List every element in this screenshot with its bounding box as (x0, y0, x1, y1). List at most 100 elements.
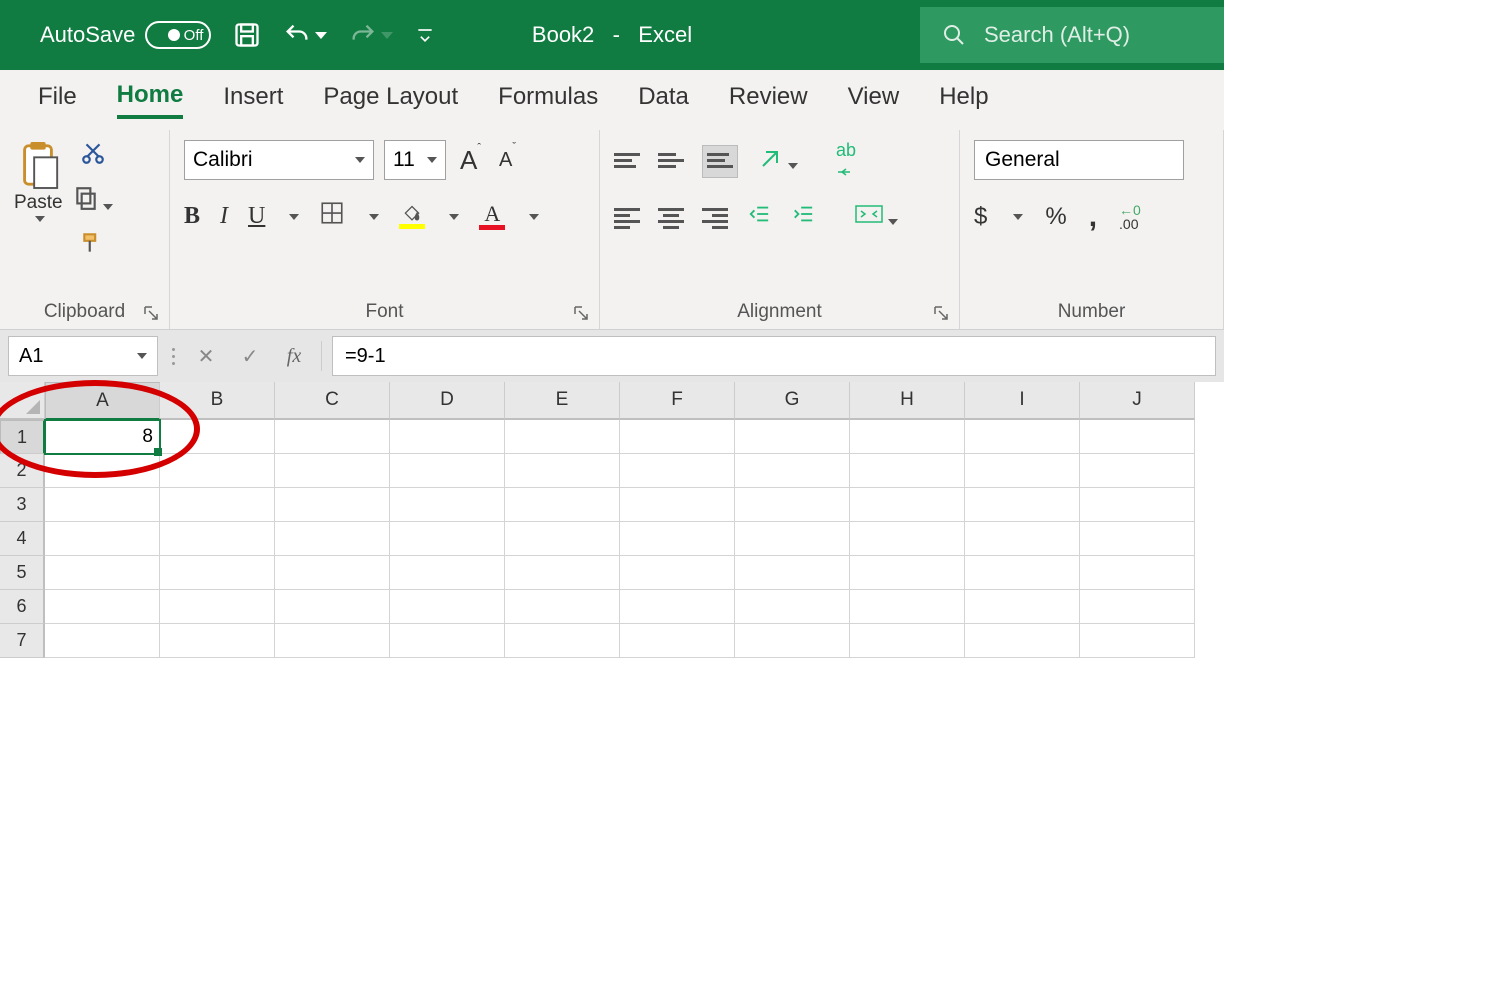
qat-customize[interactable] (415, 25, 435, 45)
cell-J5[interactable] (1080, 556, 1195, 590)
select-all-corner[interactable] (0, 382, 45, 420)
number-format-combo[interactable]: General (974, 140, 1184, 180)
col-header-E[interactable]: E (505, 382, 620, 420)
undo-button[interactable] (283, 21, 327, 49)
cell-H4[interactable] (850, 522, 965, 556)
col-header-F[interactable]: F (620, 382, 735, 420)
cell-I5[interactable] (965, 556, 1080, 590)
cell-D1[interactable] (390, 420, 505, 454)
percent-format-button[interactable]: % (1045, 203, 1066, 231)
cell-G2[interactable] (735, 454, 850, 488)
cell-I7[interactable] (965, 624, 1080, 658)
cell-B5[interactable] (160, 556, 275, 590)
cell-J7[interactable] (1080, 624, 1195, 658)
row-header-5[interactable]: 5 (0, 556, 45, 590)
cell-G5[interactable] (735, 556, 850, 590)
cell-B6[interactable] (160, 590, 275, 624)
cell-D7[interactable] (390, 624, 505, 658)
col-header-H[interactable]: H (850, 382, 965, 420)
chevron-down-icon[interactable] (427, 157, 437, 163)
cell-B3[interactable] (160, 488, 275, 522)
cell-C1[interactable] (275, 420, 390, 454)
cell-C6[interactable] (275, 590, 390, 624)
save-icon[interactable] (233, 21, 261, 49)
dialog-launcher-icon[interactable] (143, 305, 161, 323)
search-box[interactable]: Search (Alt+Q) (920, 7, 1224, 63)
cell-H3[interactable] (850, 488, 965, 522)
underline-button[interactable]: U (248, 203, 265, 230)
chevron-down-icon[interactable] (35, 216, 45, 222)
cell-F2[interactable] (620, 454, 735, 488)
bold-button[interactable]: B (184, 203, 200, 230)
cancel-formula-button[interactable]: ✕ (189, 344, 223, 369)
accounting-format-button[interactable]: $ (974, 203, 987, 231)
tab-page-layout[interactable]: Page Layout (323, 83, 458, 117)
chevron-down-icon[interactable] (355, 157, 365, 163)
align-center-button[interactable] (658, 205, 684, 228)
chevron-down-icon[interactable] (1013, 214, 1023, 220)
tab-data[interactable]: Data (638, 83, 689, 117)
cell-B2[interactable] (160, 454, 275, 488)
cell-C3[interactable] (275, 488, 390, 522)
cell-H5[interactable] (850, 556, 965, 590)
grow-font-button[interactable]: Aˆ (456, 145, 485, 176)
row-header-6[interactable]: 6 (0, 590, 45, 624)
cell-I1[interactable] (965, 420, 1080, 454)
col-header-J[interactable]: J (1080, 382, 1195, 420)
col-header-D[interactable]: D (390, 382, 505, 420)
cell-C4[interactable] (275, 522, 390, 556)
cell-E2[interactable] (505, 454, 620, 488)
align-top-button[interactable] (614, 150, 640, 173)
cell-E3[interactable] (505, 488, 620, 522)
fill-color-button[interactable] (399, 204, 425, 229)
tab-file[interactable]: File (38, 83, 77, 117)
cell-A1[interactable]: 8 (45, 420, 160, 454)
tab-insert[interactable]: Insert (223, 83, 283, 117)
tab-formulas[interactable]: Formulas (498, 83, 598, 117)
autosave-switch[interactable]: Off (145, 21, 211, 49)
dialog-launcher-icon[interactable] (933, 305, 951, 323)
cell-C2[interactable] (275, 454, 390, 488)
cell-A6[interactable] (45, 590, 160, 624)
cell-E1[interactable] (505, 420, 620, 454)
cell-A4[interactable] (45, 522, 160, 556)
cell-C5[interactable] (275, 556, 390, 590)
row-header-4[interactable]: 4 (0, 522, 45, 556)
row-header-2[interactable]: 2 (0, 454, 45, 488)
font-name-combo[interactable]: Calibri (184, 140, 374, 180)
chevron-down-icon[interactable] (289, 214, 299, 220)
cell-E5[interactable] (505, 556, 620, 590)
cell-H1[interactable] (850, 420, 965, 454)
cell-C7[interactable] (275, 624, 390, 658)
row-header-7[interactable]: 7 (0, 624, 45, 658)
cut-icon[interactable] (80, 140, 106, 171)
cell-A3[interactable] (45, 488, 160, 522)
cell-I6[interactable] (965, 590, 1080, 624)
cell-F1[interactable] (620, 420, 735, 454)
cell-J1[interactable] (1080, 420, 1195, 454)
shrink-font-button[interactable]: Aˇ (495, 149, 520, 172)
enter-formula-button[interactable]: ✓ (233, 344, 267, 369)
align-right-button[interactable] (702, 205, 728, 228)
tab-home[interactable]: Home (117, 81, 184, 119)
cell-F3[interactable] (620, 488, 735, 522)
font-size-combo[interactable]: 11 (384, 140, 446, 180)
cell-A2[interactable] (45, 454, 160, 488)
cell-D4[interactable] (390, 522, 505, 556)
col-header-A[interactable]: A (45, 382, 160, 420)
cell-D5[interactable] (390, 556, 505, 590)
insert-function-button[interactable]: fx (277, 345, 311, 368)
cell-D6[interactable] (390, 590, 505, 624)
col-header-B[interactable]: B (160, 382, 275, 420)
italic-button[interactable]: I (220, 203, 228, 230)
cell-J3[interactable] (1080, 488, 1195, 522)
cell-I4[interactable] (965, 522, 1080, 556)
cell-G4[interactable] (735, 522, 850, 556)
cell-F6[interactable] (620, 590, 735, 624)
cell-F5[interactable] (620, 556, 735, 590)
increase-indent-button[interactable] (790, 203, 816, 230)
cell-E7[interactable] (505, 624, 620, 658)
row-header-3[interactable]: 3 (0, 488, 45, 522)
chevron-down-icon[interactable] (315, 32, 327, 39)
chevron-down-icon[interactable] (529, 214, 539, 220)
